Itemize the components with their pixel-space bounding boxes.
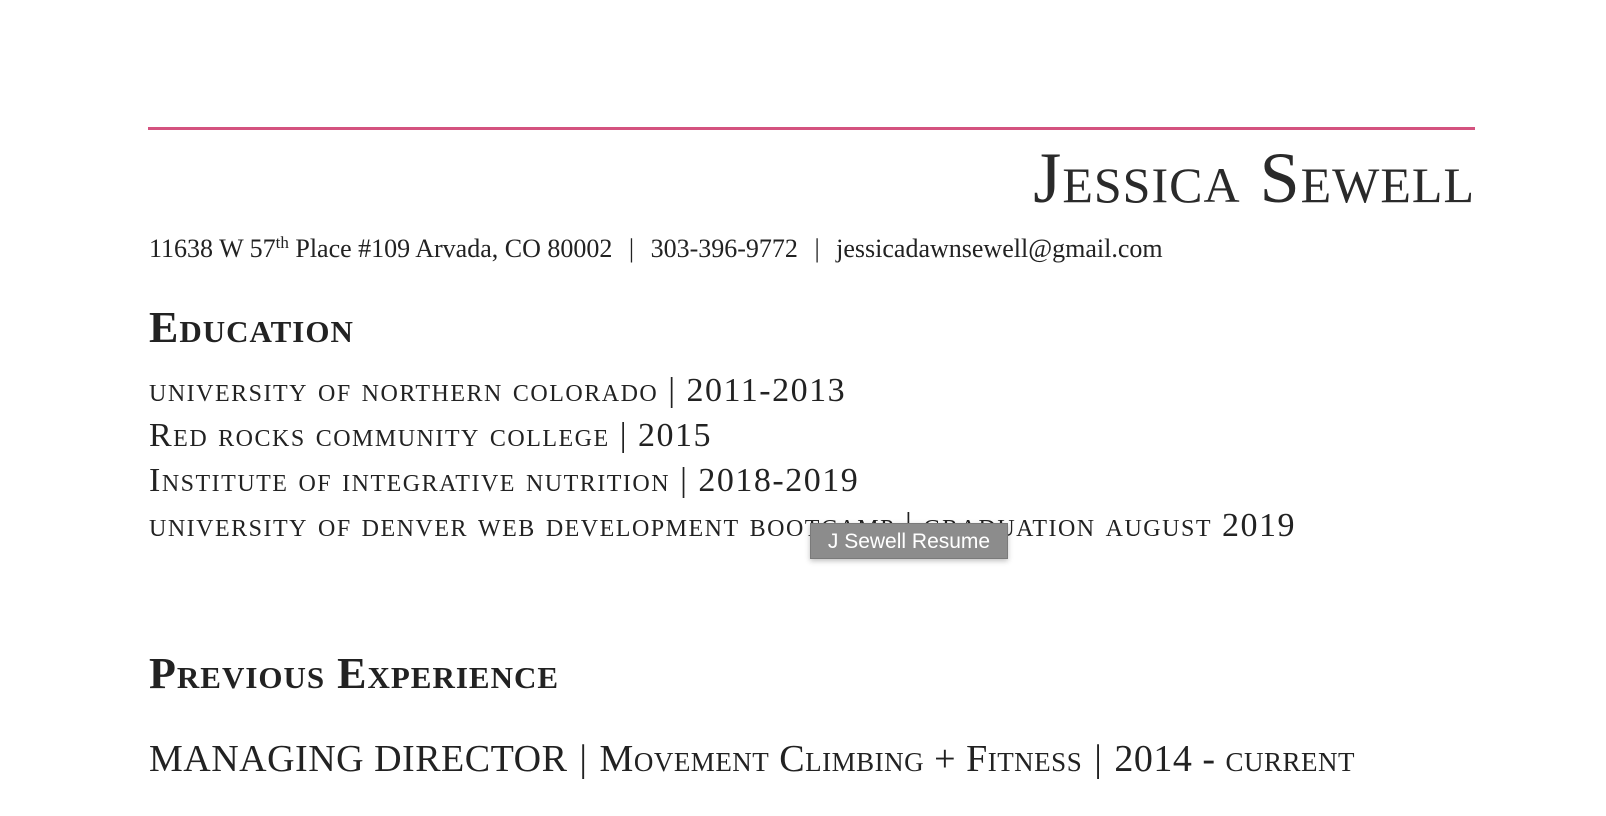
experience-heading: Previous Experience [149,649,560,698]
education-school: Red rocks community college [149,417,610,454]
contact-line: 11638 W 57th Place #109 Arvada, CO 80002… [149,233,1163,263]
education-school: Institute of integrative nutrition [149,462,671,499]
education-separator: | [619,417,628,454]
education-item: university of denver web development boo… [149,503,1399,548]
contact-separator: | [814,234,820,263]
address-ordinal-suffix: th [275,233,289,252]
education-date: 2011-2013 [686,372,847,409]
education-separator: | [680,462,689,499]
address-street: 11638 W 57 [149,234,276,263]
education-heading: Education [149,303,354,352]
contact-separator: | [628,234,635,263]
contact-email[interactable]: jessicadawnsewell@gmail.com [836,234,1162,263]
contact-phone: 303-396-9772 [650,234,798,263]
education-item: Red rocks community college | 2015 [149,413,1399,458]
education-school: university of denver web development boo… [149,507,895,544]
job-role: MANAGING DIRECTOR [149,738,568,780]
education-date: 2015 [638,417,712,454]
job-company: Movement Climbing + Fitness [599,738,1083,780]
job-entry: MANAGING DIRECTOR | Movement Climbing + Fi… [149,736,1399,782]
education-school: university of northern colorado [149,372,659,409]
job-separator: | [1094,738,1103,780]
document-title-tooltip: J Sewell Resume [810,523,1008,559]
education-item: university of northern colorado | 2011-201… [149,368,1399,413]
education-separator: | [668,372,677,409]
education-list: university of northern colorado | 2011-201… [149,368,1399,548]
resume-name: Jessica Sewell [1033,138,1475,218]
education-date: 2018-2019 [698,462,860,499]
header-accent-rule [148,127,1475,130]
job-dates: 2014 - current [1114,738,1355,780]
job-separator: | [579,738,588,780]
address-rest: Place #109 Arvada, CO 80002 [288,234,613,263]
resume-page: Jessica Sewell 11638 W 57th Place #109 A… [0,0,1606,816]
education-item: Institute of integrative nutrition | 2018-… [149,458,1399,503]
